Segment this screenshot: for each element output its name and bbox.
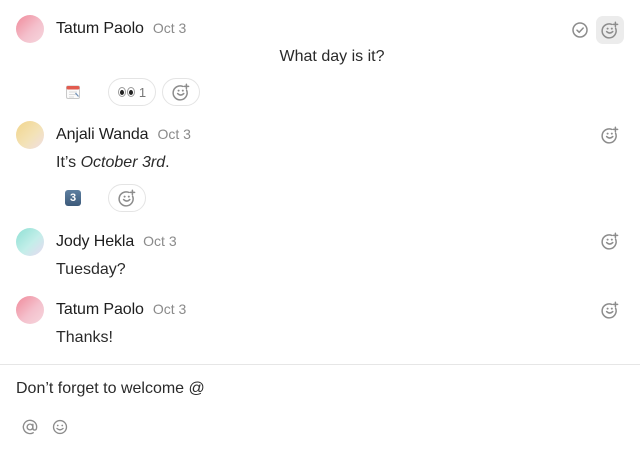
reaction-count: 1	[138, 84, 147, 100]
add-reaction-pill[interactable]	[162, 78, 200, 106]
add-reaction-button[interactable]	[596, 121, 624, 149]
author-name[interactable]: Jody Hekla	[56, 233, 134, 251]
add-reaction-icon	[600, 300, 620, 320]
message-timestamp: Oct 3	[143, 233, 177, 249]
avatar[interactable]	[16, 228, 44, 256]
message-composer-input[interactable]: Don’t forget to welcome @	[16, 380, 205, 398]
add-reaction-icon	[600, 125, 620, 145]
reaction-eyes[interactable]: 1	[108, 78, 156, 106]
message-text: Thanks!	[56, 329, 113, 346]
author-name[interactable]: Anjali Wanda	[56, 126, 149, 144]
message-text: It’s October 3rd.	[56, 154, 170, 171]
check-circle-icon	[570, 20, 590, 40]
calendar-emoji-icon	[66, 85, 80, 99]
mention-button[interactable]	[20, 417, 40, 437]
message-item: Jody Hekla Oct 3 Tuesday?	[0, 220, 640, 292]
message-text-emphasis: October 3rd	[80, 154, 166, 171]
add-reaction-icon	[117, 188, 137, 208]
author-name[interactable]: Tatum Paolo	[56, 20, 144, 38]
message-item: Tatum Paolo Oct 3 Thanks!	[0, 288, 640, 364]
add-reaction-pill[interactable]	[108, 184, 146, 212]
reaction-bar: 3	[64, 184, 152, 212]
add-reaction-button[interactable]	[596, 296, 624, 324]
add-reaction-icon	[171, 82, 191, 102]
composer-divider	[0, 364, 640, 365]
add-reaction-icon	[600, 231, 620, 251]
avatar[interactable]	[16, 121, 44, 149]
message-text: Tuesday?	[56, 261, 126, 278]
reaction-calendar[interactable]	[64, 83, 82, 101]
add-reaction-icon	[600, 20, 620, 40]
message-text: What day is it?	[279, 48, 385, 65]
message-timestamp: Oct 3	[157, 126, 191, 142]
add-reaction-button[interactable]	[596, 16, 624, 44]
reaction-keycap-3[interactable]: 3	[64, 189, 82, 207]
message-item: Anjali Wanda Oct 3 It’s October 3rd. 3	[0, 110, 640, 220]
smiley-icon	[52, 419, 68, 435]
avatar[interactable]	[16, 15, 44, 43]
message-item: Tatum Paolo Oct 3 What day is it? 1	[0, 0, 640, 110]
add-reaction-button[interactable]	[596, 227, 624, 255]
resolve-button[interactable]	[566, 16, 594, 44]
avatar[interactable]	[16, 296, 44, 324]
keycap-3-emoji-icon: 3	[65, 190, 81, 206]
eyes-emoji-icon	[117, 87, 135, 97]
message-timestamp: Oct 3	[152, 301, 187, 317]
emoji-button[interactable]	[50, 417, 70, 437]
author-name[interactable]: Tatum Paolo	[56, 301, 144, 319]
reaction-bar: 1	[64, 78, 206, 106]
message-timestamp: Oct 3	[152, 20, 187, 36]
at-sign-icon	[22, 419, 38, 435]
